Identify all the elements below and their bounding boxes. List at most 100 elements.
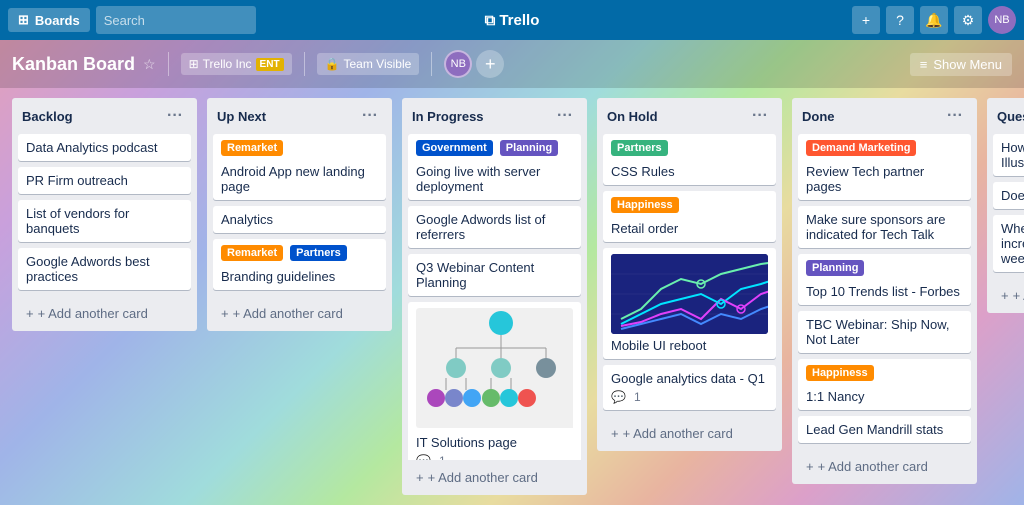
list-menu-button-on-hold[interactable]: ··· [748,106,772,126]
card-text: Google Adwords best practices [26,254,150,284]
menu-icon: ≡ [920,57,928,72]
card-branding[interactable]: Remarket Partners Branding guidelines [213,239,386,290]
card-text: Lead Gen Mandrill stats [806,422,943,437]
comment-icon-2: 💬 [611,390,626,404]
list-cards-backlog: Data Analytics podcast PR Firm outreach … [12,134,197,296]
card-text: List of vendors for banquets [26,206,129,236]
card-text: Analytics [221,212,273,227]
add-card-label: + Add another card [233,306,343,321]
card-increase-q[interactable]: When does the increase - bef... week? [993,215,1024,272]
list-menu-button-done[interactable]: ··· [943,106,967,126]
card-analytics[interactable]: Analytics [213,206,386,233]
show-menu-button[interactable]: ≡ Show Menu [910,53,1012,76]
card-sponsors[interactable]: Make sure sponsors are indicated for Tec… [798,206,971,248]
add-card-label: + Add another card [38,306,148,321]
card-meta-analytics: 💬 1 [611,390,768,404]
card-text: IT Solutions page [416,435,517,450]
card-text: Branding guidelines [221,269,335,284]
label-remarket-2: Remarket [221,245,283,261]
list-menu-button-backlog[interactable]: ··· [163,106,187,126]
card-pr-firm[interactable]: PR Firm outreach [18,167,191,194]
add-card-button-in-progress[interactable]: + + Add another card [410,466,579,489]
trello-logo-icon: ⧉ [485,12,496,29]
list-menu-button-in-progress[interactable]: ··· [553,106,577,126]
star-icon[interactable]: ☆ [143,56,156,73]
settings-button[interactable]: ⚙ [954,6,982,34]
add-card-button-backlog[interactable]: + + Add another card [20,302,189,325]
board-content: Backlog ··· Data Analytics podcast PR Fi… [0,88,1024,505]
card-text: 1:1 Nancy [806,389,865,404]
card-vendors[interactable]: List of vendors for banquets [18,200,191,242]
card-google-analytics[interactable]: Google analytics data - Q1 💬 1 [603,365,776,410]
add-button[interactable]: + [852,6,880,34]
card-illustrator-q[interactable]: How do you ac... Illustrator? [993,134,1024,176]
card-top-10-trends[interactable]: Planning Top 10 Trends list - Forbes [798,254,971,305]
add-card-button-done[interactable]: + + Add another card [800,455,969,478]
card-android-app[interactable]: Remarket Android App new landing page [213,134,386,200]
card-text: CSS Rules [611,164,675,179]
card-adwords-referrers[interactable]: Google Adwords list of referrers [408,206,581,248]
add-member-button[interactable]: + [476,50,504,78]
label-partners-2: Partners [611,140,668,156]
user-avatar[interactable]: NB [988,6,1016,34]
list-footer-in-progress: + + Add another card [402,460,587,495]
list-menu-button-up-next[interactable]: ··· [358,106,382,126]
list-header-in-progress: In Progress ··· [402,98,587,134]
member-avatar-1[interactable]: NB [444,50,472,78]
list-up-next: Up Next ··· Remarket Android App new lan… [207,98,392,331]
boards-label: Boards [35,13,80,28]
card-text: Android App new landing page [221,164,365,194]
plus-icon: + [1001,288,1009,303]
add-card-button-on-hold[interactable]: + + Add another card [605,422,774,445]
list-footer-up-next: + + Add another card [207,296,392,331]
add-card-button-up-next[interactable]: + + Add another card [215,302,384,325]
boards-button[interactable]: ⊞ Boards [8,8,90,32]
card-text: Data Analytics podcast [26,140,158,155]
card-review-tech[interactable]: Demand Marketing Review Tech partner pag… [798,134,971,200]
list-footer-done: + + Add another card [792,449,977,484]
org-icon: ⊞ [189,57,199,71]
card-data-analytics-podcast[interactable]: Data Analytics podcast [18,134,191,161]
card-mobile-ui[interactable]: Mobile UI reboot [603,248,776,359]
board-header: Kanban Board ☆ ⊞ Trello Inc ENT 🔒 Team V… [0,40,1024,88]
list-cards-on-hold: Partners CSS Rules Happiness Retail orde… [597,134,782,416]
list-title-questions: Questions [997,109,1024,124]
card-server-deployment[interactable]: Government Planning Going live with serv… [408,134,581,200]
card-it-solutions[interactable]: IT Solutions page 💬 1 [408,302,581,460]
add-card-button-questions[interactable]: + + Add another c... [995,284,1024,307]
card-text: Make sure sponsors are indicated for Tec… [806,212,945,242]
notifications-button[interactable]: 🔔 [920,6,948,34]
plus-icon: + [611,426,619,441]
list-header-done: Done ··· [792,98,977,134]
org-chart-image [416,308,573,431]
card-text: Mobile UI reboot [611,338,706,353]
card-q3-webinar[interactable]: Q3 Webinar Content Planning [408,254,581,296]
card-text: Google analytics data - Q1 [611,371,765,386]
card-css-rules[interactable]: Partners CSS Rules [603,134,776,185]
list-title-up-next: Up Next [217,109,266,124]
card-lead-gen[interactable]: Lead Gen Mandrill stats [798,416,971,443]
card-retail-order[interactable]: Happiness Retail order [603,191,776,242]
topbar: ⊞ Boards ⧉ Trello + ? 🔔 ⚙ NB [0,0,1024,40]
card-google-adwords-best[interactable]: Google Adwords best practices [18,248,191,290]
board-title[interactable]: Kanban Board [12,54,135,75]
card-tbc-webinar[interactable]: TBC Webinar: Ship Now, Not Later [798,311,971,353]
card-text: Going live with server deployment [416,164,540,194]
list-footer-questions: + + Add another c... [987,278,1024,313]
info-button[interactable]: ? [886,6,914,34]
card-text: PR Firm outreach [26,173,128,188]
org-button[interactable]: ⊞ Trello Inc ENT [181,53,292,75]
list-questions: Questions ··· How do you ac... Illustrat… [987,98,1024,313]
card-text: Google Adwords list of referrers [416,212,545,242]
card-text: Does Screenh... [1001,188,1024,203]
card-1on1-nancy[interactable]: Happiness 1:1 Nancy [798,359,971,410]
analytics-chart-image [611,254,768,334]
board-members: NB + [444,50,504,78]
list-in-progress: In Progress ··· Government Planning Goin… [402,98,587,495]
card-screenh-q[interactable]: Does Screenh... [993,182,1024,209]
search-input[interactable] [96,6,256,34]
card-text: Top 10 Trends list - Forbes [806,284,960,299]
comment-count-2: 1 [634,390,641,404]
show-menu-label: Show Menu [933,57,1002,72]
visibility-button[interactable]: 🔒 Team Visible [317,53,420,75]
